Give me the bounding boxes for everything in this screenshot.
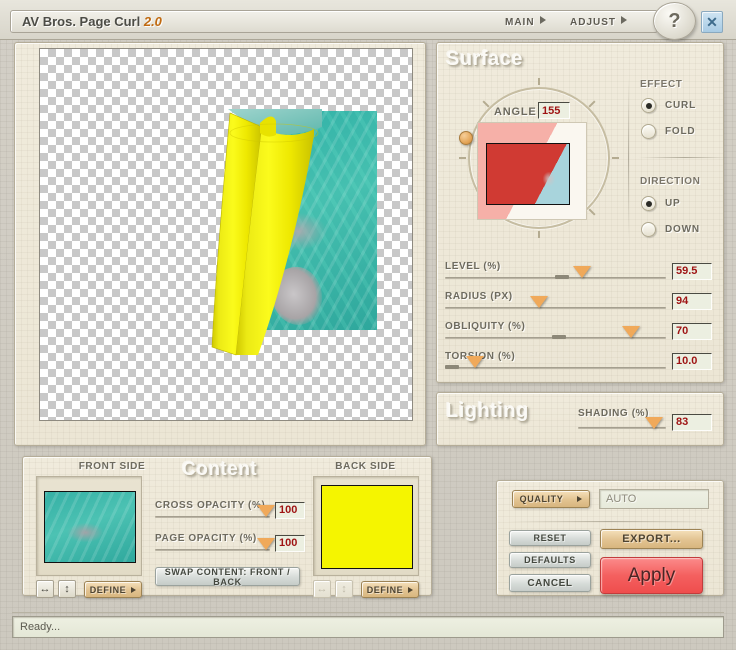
front-side-thumbnail-well[interactable] — [36, 476, 142, 576]
divider — [628, 78, 629, 238]
page-curl-window: AV Bros. Page Curl 2.0 MAIN ADJUST ? ✕ — [0, 0, 736, 650]
chevron-right-icon — [621, 16, 627, 24]
preview-canvas[interactable] — [39, 48, 413, 421]
effect-header: EFFECT — [640, 79, 683, 90]
radio-effect-curl-label: CURL — [665, 100, 696, 111]
menu-main[interactable]: MAIN — [505, 16, 546, 28]
level-slider-thumb[interactable] — [573, 266, 591, 278]
menu-main-label: MAIN — [505, 17, 535, 28]
back-side-label: BACK SIDE — [313, 461, 418, 472]
angle-label: ANGLE — [494, 106, 537, 118]
front-side-label: FRONT SIDE — [52, 461, 172, 472]
content-panel-title: Content — [182, 459, 257, 481]
cancel-button[interactable]: CANCEL — [509, 574, 591, 592]
status-bar: Ready... — [12, 616, 724, 638]
divider — [508, 521, 712, 522]
page-opacity-label: PAGE OPACITY (%) — [155, 533, 257, 544]
chevron-right-icon — [577, 496, 582, 502]
radius-label: RADIUS (PX) — [445, 291, 513, 302]
cross-opacity-label: CROSS OPACITY (%) — [155, 500, 265, 511]
app-title-main: AV Bros. Page Curl — [22, 14, 144, 29]
radius-slider-thumb[interactable] — [530, 296, 548, 308]
preview-panel: OPTIONS BACKDROP OPACITY HQ PREVIEW — [14, 42, 426, 446]
torsion-slider-default-mark — [445, 365, 459, 369]
title-bar: AV Bros. Page Curl 2.0 MAIN ADJUST ? ✕ — [0, 0, 736, 40]
mini-preview-page — [486, 143, 570, 205]
shading-label: SHADING (%) — [578, 408, 649, 419]
torsion-value-input[interactable]: 10.0 — [672, 353, 712, 370]
chevron-right-icon — [131, 587, 136, 593]
obliquity-value-input[interactable]: 70 — [672, 323, 712, 340]
page-curl-shape — [210, 109, 330, 359]
radio-direction-down[interactable] — [641, 222, 656, 237]
shading-slider-thumb[interactable] — [645, 417, 663, 429]
front-define-button[interactable]: DEFINE — [84, 581, 142, 598]
close-button[interactable]: ✕ — [701, 11, 723, 33]
menu-adjust[interactable]: ADJUST — [570, 16, 627, 28]
radio-effect-fold[interactable] — [641, 124, 656, 139]
chevron-right-icon — [408, 587, 413, 593]
radio-effect-fold-label: FOLD — [665, 126, 695, 137]
radio-direction-down-label: DOWN — [665, 224, 700, 235]
radio-effect-curl[interactable] — [641, 98, 656, 113]
mini-preview-subject — [543, 172, 555, 186]
cross-opacity-track[interactable] — [155, 516, 270, 518]
page-opacity-value-input[interactable]: 100 — [275, 535, 305, 552]
cross-opacity-value-input[interactable]: 100 — [275, 502, 305, 519]
front-flip-horizontal-button[interactable]: ↔ — [36, 580, 54, 598]
front-define-label: DEFINE — [90, 585, 127, 595]
obliquity-slider-default-mark — [552, 335, 566, 339]
back-side-thumbnail — [321, 485, 413, 569]
radio-direction-up-label: UP — [665, 198, 681, 209]
torsion-slider-thumb[interactable] — [466, 356, 484, 368]
reset-button[interactable]: RESET — [509, 530, 591, 546]
back-flip-horizontal-button[interactable]: ↔ — [313, 580, 331, 598]
app-title-version: 2.0 — [144, 14, 162, 29]
level-value-input[interactable]: 59.5 — [672, 263, 712, 280]
help-button[interactable]: ? — [653, 2, 696, 40]
radio-direction-up[interactable] — [641, 196, 656, 211]
divider — [639, 157, 731, 158]
chevron-right-icon — [540, 16, 546, 24]
back-define-button[interactable]: DEFINE — [361, 581, 419, 598]
page-opacity-thumb[interactable] — [257, 538, 275, 550]
cross-opacity-thumb[interactable] — [257, 505, 275, 517]
back-flip-vertical-button[interactable]: ↕ — [335, 580, 353, 598]
surface-mini-preview — [477, 122, 587, 220]
menu-adjust-label: ADJUST — [570, 17, 616, 28]
angle-value-input[interactable]: 155 — [538, 102, 570, 119]
export-button[interactable]: EXPORT... — [600, 529, 703, 549]
obliquity-slider-thumb[interactable] — [622, 326, 640, 338]
quality-value-display: AUTO — [599, 489, 709, 509]
quality-button[interactable]: QUALITY — [512, 490, 590, 508]
radius-slider-track[interactable] — [445, 307, 666, 309]
swap-content-button[interactable]: SWAP CONTENT: FRONT / BACK — [155, 567, 300, 586]
front-flip-vertical-button[interactable]: ↕ — [58, 580, 76, 598]
shading-value-input[interactable]: 83 — [672, 414, 712, 431]
lighting-panel-title: Lighting — [446, 400, 529, 423]
surface-panel-title: Surface — [446, 48, 523, 71]
back-define-label: DEFINE — [367, 585, 404, 595]
front-side-thumbnail — [44, 491, 136, 563]
quality-button-label: QUALITY — [520, 494, 564, 504]
back-side-thumbnail-well[interactable] — [313, 476, 419, 576]
direction-header: DIRECTION — [640, 176, 700, 187]
radius-value-input[interactable]: 94 — [672, 293, 712, 310]
apply-button[interactable]: Apply — [600, 557, 703, 594]
defaults-button[interactable]: DEFAULTS — [509, 552, 591, 568]
level-slider-default-mark — [555, 275, 569, 279]
level-label: LEVEL (%) — [445, 261, 501, 272]
page-opacity-track[interactable] — [155, 549, 270, 551]
obliquity-label: OBLIQUITY (%) — [445, 321, 525, 332]
angle-dial-knob[interactable] — [459, 131, 473, 145]
app-title: AV Bros. Page Curl 2.0 — [22, 14, 162, 29]
